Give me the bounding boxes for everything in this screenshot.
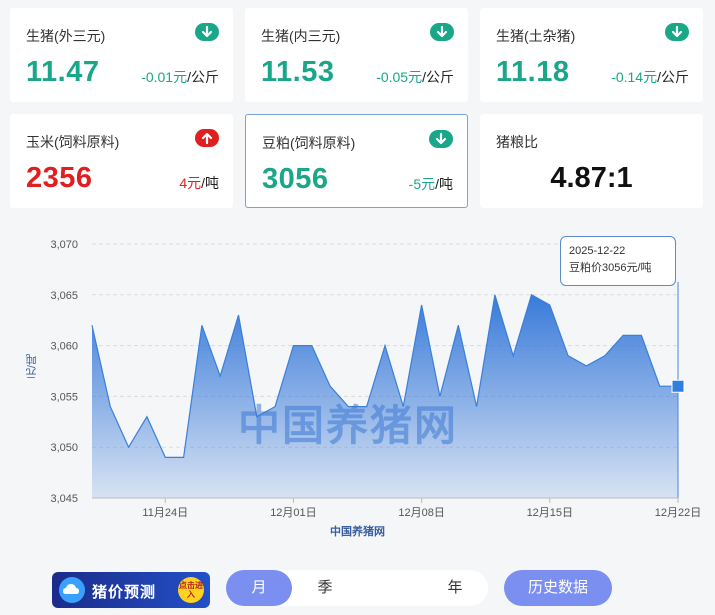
card-change: -0.01元/公斤: [141, 69, 219, 85]
price-card-corn[interactable]: 玉米(饲料原料) 2356 4元/吨: [10, 114, 233, 208]
price-card-pig-waisanyuan[interactable]: 生猪(外三元) 11.47 -0.01元/公斤: [10, 8, 233, 102]
card-name: 豆粕(饲料原料): [262, 135, 356, 151]
click-enter-badge: 点击进入: [178, 577, 204, 603]
history-data-button[interactable]: 历史数据: [504, 570, 612, 606]
price-predict-button[interactable]: 猪价预测 点击进入: [52, 572, 210, 608]
x-tick-label: 12月22日: [655, 507, 701, 519]
price-card-pig-tuzazhu[interactable]: 生猪(土杂猪) 11.18 -0.14元/公斤: [480, 8, 703, 102]
card-name: 生猪(土杂猪): [496, 28, 576, 44]
period-tab-quarter[interactable]: 季: [292, 570, 358, 606]
y-tick-label: 3,065: [50, 290, 78, 302]
hover-marker: [671, 379, 685, 393]
card-price: 11.18: [496, 56, 570, 88]
arrow-down-icon: [429, 130, 453, 148]
cloud-icon: [59, 577, 85, 603]
y-tick-label: 3,060: [50, 341, 78, 353]
x-tick-label: 12月15日: [527, 507, 573, 519]
card-price: 11.47: [26, 56, 100, 88]
bottom-controls: 猪价预测 点击进入 月 季 年 历史数据: [0, 566, 715, 610]
y-tick-label: 3,055: [50, 391, 78, 403]
x-tick-label: 12月08日: [398, 507, 444, 519]
price-predict-label: 猪价预测: [92, 584, 157, 601]
card-name: 生猪(内三元): [261, 28, 341, 44]
y-tick-label: 3,050: [50, 442, 78, 454]
tooltip-value: 豆粕价3056元/吨: [569, 262, 652, 274]
y-tick-label: 3,045: [50, 493, 78, 505]
card-name: 玉米(饲料原料): [26, 134, 120, 150]
card-price: 3056: [262, 163, 329, 195]
x-axis-label: 中国养猪网: [330, 526, 385, 538]
price-card-soybean-meal[interactable]: 豆粕(饲料原料) 3056 -5元/吨: [245, 114, 468, 208]
period-switcher: 月 季 年: [226, 570, 488, 606]
chart-tooltip: 2025-12-22 豆粕价3056元/吨: [560, 236, 676, 286]
price-chart[interactable]: 3,045 3,050 3,055 3,060 3,065 3,070 11月24日 12月0…: [0, 222, 715, 552]
card-name: 猪粮比: [496, 134, 538, 150]
card-change: 4元/吨: [179, 175, 219, 191]
card-ratio: 4.87:1: [550, 162, 633, 194]
card-change: -5元/吨: [408, 176, 453, 192]
card-name: 生猪(外三元): [26, 28, 106, 44]
y-axis-label: 元/吨: [26, 354, 38, 380]
card-change: -0.14元/公斤: [611, 69, 689, 85]
tooltip-date: 2025-12-22: [569, 245, 626, 257]
card-price: 11.53: [261, 56, 335, 88]
price-card-pig-neisanyuan[interactable]: 生猪(内三元) 11.53 -0.05元/公斤: [245, 8, 468, 102]
period-tab-month[interactable]: 月: [226, 570, 292, 606]
price-card-pig-grain-ratio[interactable]: 猪粮比 4.87:1: [480, 114, 703, 208]
arrow-up-icon: [195, 129, 219, 147]
card-change: -0.05元/公斤: [376, 69, 454, 85]
period-tab-year[interactable]: 年: [422, 570, 488, 606]
arrow-down-icon: [195, 23, 219, 41]
x-tick-label: 11月24日: [142, 507, 188, 519]
x-tick-label: 12月01日: [270, 507, 316, 519]
watermark: 中国养猪网: [238, 402, 459, 449]
y-tick-label: 3,070: [50, 239, 78, 251]
card-price: 2356: [26, 162, 93, 194]
arrow-down-icon: [430, 23, 454, 41]
arrow-down-icon: [665, 23, 689, 41]
